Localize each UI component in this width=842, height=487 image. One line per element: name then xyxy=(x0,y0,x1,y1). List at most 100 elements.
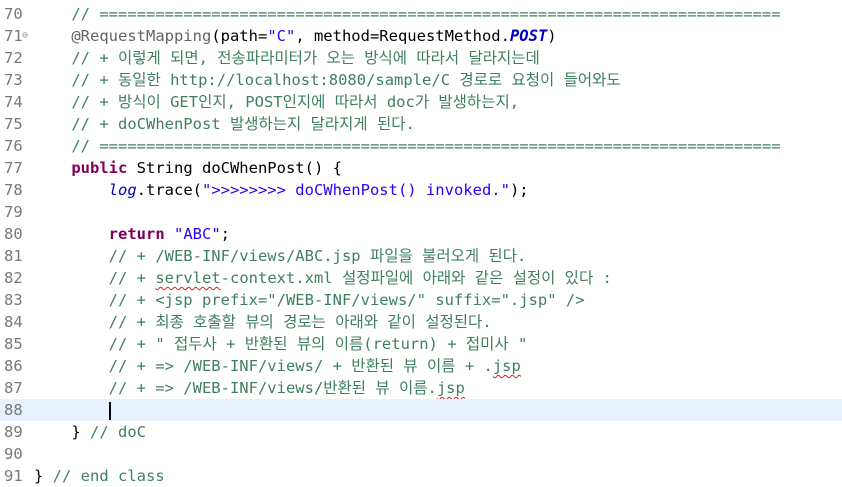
code-token: } xyxy=(71,423,90,441)
code-line[interactable]: 82 // + servlet-context.xml 설정파일에 아래와 같은… xyxy=(0,267,842,289)
code-token: // + " 접두사 + 반환된 뷰의 이름(return) + 접미사 " xyxy=(108,335,528,353)
line-number: 91 xyxy=(4,467,23,485)
code-line[interactable]: 73 // + 동일한 http://localhost:8080/sample… xyxy=(0,69,842,91)
code-token: ) xyxy=(547,27,557,45)
code-token: jsp xyxy=(492,357,521,375)
code-line[interactable]: 72 // + 이렇게 되면, 전송파라미터가 오는 방식에 따라서 달라지는데 xyxy=(0,47,842,69)
line-number: 82 xyxy=(4,269,23,287)
code-text: // + => /WEB-INF/views/ + 반환된 뷰 이름 + .js… xyxy=(34,355,521,377)
code-token: "ABC" xyxy=(174,225,221,243)
code-line[interactable]: 79 xyxy=(0,201,842,223)
code-token: return xyxy=(108,225,165,243)
code-token: // + <jsp prefix="/WEB-INF/views/" suffi… xyxy=(108,291,585,309)
line-number: 79 xyxy=(4,203,23,221)
code-token: @RequestMapping xyxy=(71,27,212,45)
code-line[interactable]: 78 log.trace(">>>>>>>> doCWhenPost() inv… xyxy=(0,179,842,201)
code-token: servlet xyxy=(155,269,221,287)
code-token: // + 최종 호출할 뷰의 경로는 아래와 같이 설정된다. xyxy=(108,313,492,331)
code-text: // + " 접두사 + 반환된 뷰의 이름(return) + 접미사 " xyxy=(34,333,528,355)
code-text: log.trace(">>>>>>>> doCWhenPost() invoke… xyxy=(34,179,529,201)
code-line[interactable]: 87 // + => /WEB-INF/views/반환된 뷰 이름.jsp xyxy=(0,377,842,399)
code-line[interactable]: 90 xyxy=(0,443,842,465)
code-text: // + 이렇게 되면, 전송파라미터가 오는 방식에 따라서 달라지는데 xyxy=(34,47,540,69)
code-text: // + /WEB-INF/views/ABC.jsp 파일을 불러오게 된다. xyxy=(34,245,527,267)
code-editor[interactable]: 70 // ==================================… xyxy=(0,0,842,486)
code-text: // + 동일한 http://localhost:8080/sample/C … xyxy=(34,69,620,91)
line-number: 81 xyxy=(4,247,23,265)
code-token: log xyxy=(108,181,137,199)
line-number: 72 xyxy=(4,49,23,67)
code-token: public xyxy=(71,159,128,177)
line-number: 78 xyxy=(4,181,23,199)
code-token: -context.xml 설정파일에 아래와 같은 설정이 있다 : xyxy=(220,269,612,287)
code-text: // + <jsp prefix="/WEB-INF/views/" suffi… xyxy=(34,289,585,311)
line-number: 73 xyxy=(4,71,23,89)
code-line[interactable]: 77 public String doCWhenPost() { xyxy=(0,157,842,179)
code-line[interactable]: 85 // + " 접두사 + 반환된 뷰의 이름(return) + 접미사 … xyxy=(0,333,842,355)
code-token: // =====================================… xyxy=(71,137,781,155)
code-line[interactable]: 88 xyxy=(0,399,842,421)
code-token: // + xyxy=(108,269,156,287)
code-line[interactable]: 84 // + 최종 호출할 뷰의 경로는 아래와 같이 설정된다. xyxy=(0,311,842,333)
code-token: String doCWhenPost() { xyxy=(127,159,342,177)
code-line[interactable]: 91} // end class xyxy=(0,465,842,487)
code-text: } // end class xyxy=(34,465,165,487)
code-text: return "ABC"; xyxy=(34,223,230,245)
code-line[interactable]: 70 // ==================================… xyxy=(0,3,842,25)
code-line[interactable]: 76 // ==================================… xyxy=(0,135,842,157)
line-number: 87 xyxy=(4,379,23,397)
line-number: 76 xyxy=(4,137,23,155)
code-token: , method=RequestMethod. xyxy=(295,27,510,45)
code-text: // + 최종 호출할 뷰의 경로는 아래와 같이 설정된다. xyxy=(34,311,492,333)
code-token: // + 이렇게 되면, 전송파라미터가 오는 방식에 따라서 달라지는데 xyxy=(71,49,540,67)
line-number: 75 xyxy=(4,115,23,133)
code-text: public String doCWhenPost() { xyxy=(34,157,342,179)
code-token: ); xyxy=(509,181,529,199)
line-number: 88 xyxy=(4,401,23,419)
code-text: // =====================================… xyxy=(34,3,780,25)
line-number: 90 xyxy=(4,445,23,463)
code-line[interactable]: 83 // + <jsp prefix="/WEB-INF/views/" su… xyxy=(0,289,842,311)
line-number: 86 xyxy=(4,357,23,375)
code-token: POST xyxy=(509,27,548,45)
line-number: 80 xyxy=(4,225,23,243)
code-line[interactable]: 86 // + => /WEB-INF/views/ + 반환된 뷰 이름 + … xyxy=(0,355,842,377)
line-number: 77 xyxy=(4,159,23,177)
fold-toggle-icon[interactable]: ⊖ xyxy=(22,25,32,47)
code-line[interactable]: 89 } // doC xyxy=(0,421,842,443)
code-line[interactable]: 81 // + /WEB-INF/views/ABC.jsp 파일을 불러오게 … xyxy=(0,245,842,267)
code-text: // + servlet-context.xml 설정파일에 아래와 같은 설정… xyxy=(34,267,612,289)
code-text: // + => /WEB-INF/views/반환된 뷰 이름.jsp xyxy=(34,377,465,399)
code-token: .trace( xyxy=(136,181,202,199)
code-line[interactable]: 75 // + doCWhenPost 발생하는지 달라지게 된다. xyxy=(0,113,842,135)
code-token: // + doCWhenPost 발생하는지 달라지게 된다. xyxy=(71,115,415,133)
code-line[interactable]: 74 // + 방식이 GET인지, POST인지에 따라서 doc가 발생하는… xyxy=(0,91,842,113)
code-line[interactable]: 80 return "ABC"; xyxy=(0,223,842,245)
code-token: jsp xyxy=(436,379,465,397)
code-token: } xyxy=(34,467,53,485)
line-number: 70 xyxy=(4,5,23,23)
code-token: // + => /WEB-INF/views/ + 반환된 뷰 이름 + . xyxy=(108,357,493,375)
text-caret xyxy=(108,401,111,420)
code-line[interactable]: 71 ⊖ @RequestMapping(path="C", method=Req… xyxy=(0,25,842,47)
code-text: // =====================================… xyxy=(34,135,781,157)
code-token: // end class xyxy=(52,467,165,485)
